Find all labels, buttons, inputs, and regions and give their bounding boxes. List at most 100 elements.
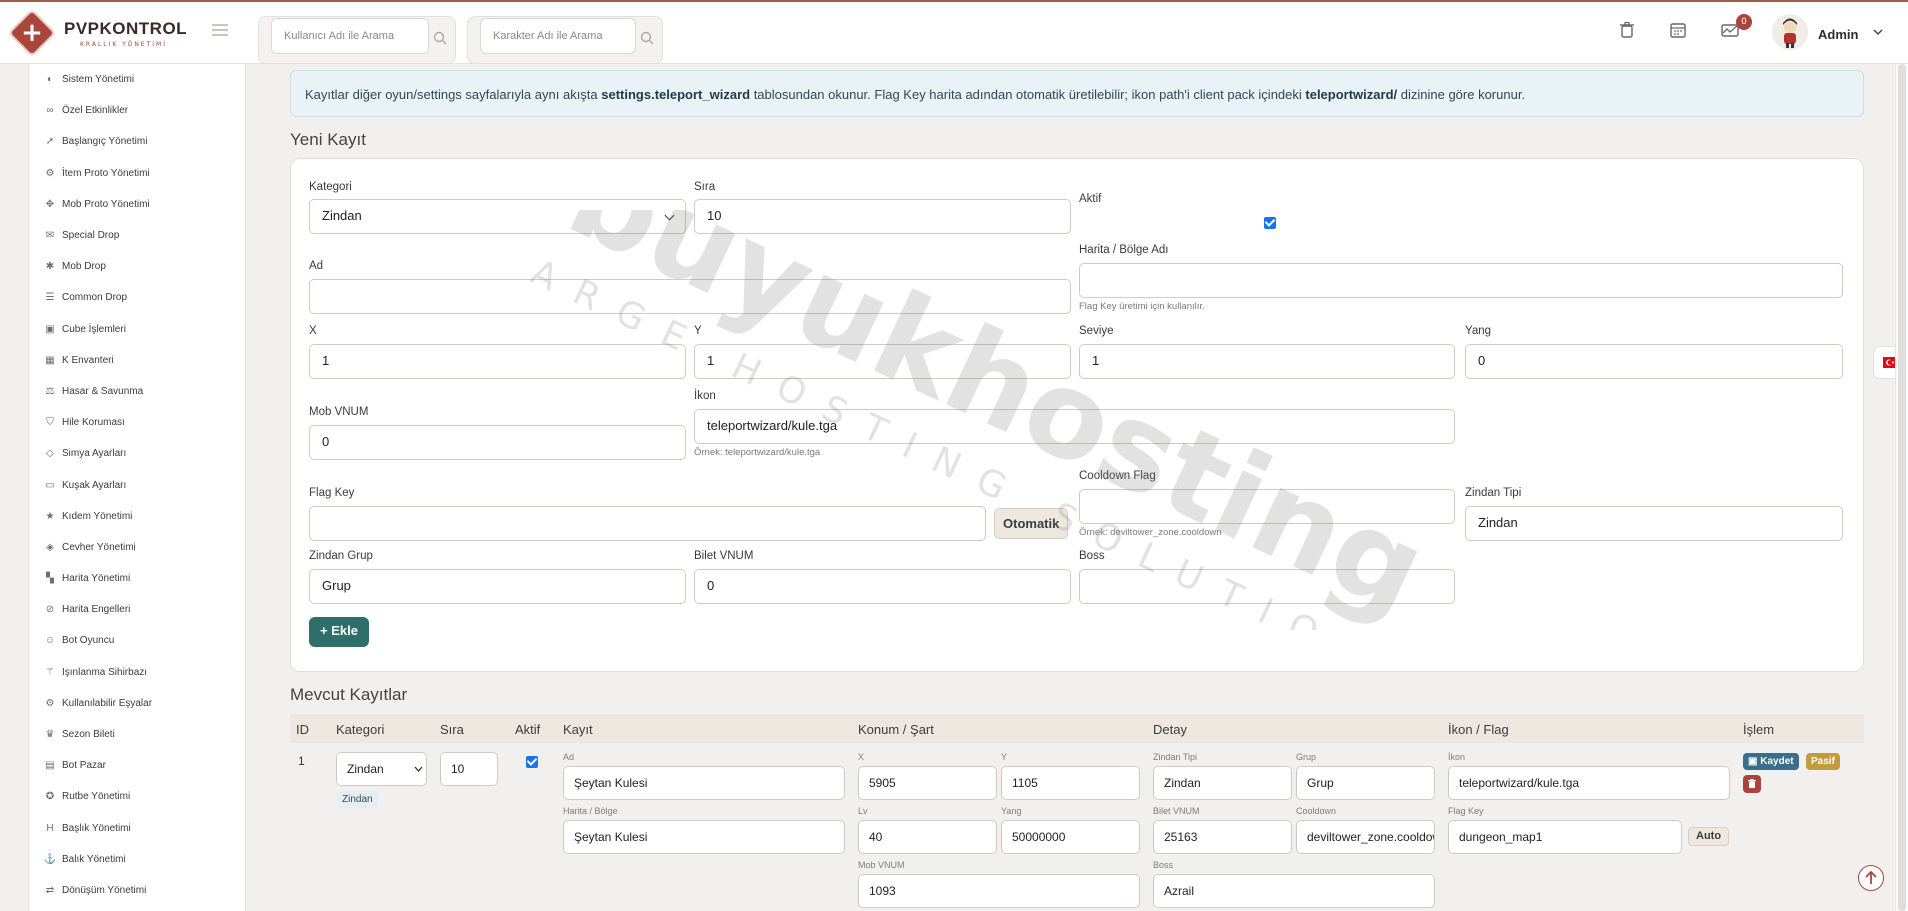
sidebar-item[interactable]: ⚓ Balık Yönetimi <box>29 844 245 875</box>
sidebar-item[interactable]: ⚖ Hasar & Savunma <box>29 376 245 407</box>
zindan-tipi-input[interactable]: Zindan <box>1465 506 1843 541</box>
scrollbar-thumb[interactable] <box>1898 64 1906 911</box>
sidebar-item[interactable]: ☰ Common Drop <box>29 282 245 313</box>
menu-toggle-icon[interactable] <box>212 24 228 39</box>
sidebar-item[interactable]: ◈ Cevher Yönetimi <box>29 532 245 563</box>
row-sira-input[interactable]: 10 <box>440 752 498 786</box>
sidebar-item[interactable]: ★ Kıdem Yönetimi <box>29 501 245 532</box>
add-button[interactable]: + Ekle <box>309 617 369 647</box>
sidebar-item[interactable]: ⚚ Işınlanma Sihirbazı <box>29 657 245 688</box>
row-yang-input[interactable]: 50000000 <box>1001 820 1140 854</box>
ikon-input[interactable]: teleportwizard/kule.tga <box>694 409 1455 444</box>
kategori-select[interactable]: Zindan <box>309 199 686 234</box>
sira-input[interactable]: 10 <box>694 199 1071 234</box>
row-grup-input[interactable]: Grup <box>1296 766 1435 800</box>
row-ad-input[interactable]: Şeytan Kulesi <box>563 766 845 800</box>
row-ikon-label: İkon <box>1448 752 1466 762</box>
row-mob-input[interactable]: 1093 <box>858 874 1140 908</box>
sidebar-item-label: Special Drop <box>62 230 120 242</box>
row-save-button[interactable]: ▣ Kaydet <box>1743 753 1799 770</box>
row-lv-input[interactable]: 40 <box>858 820 997 854</box>
sidebar-item[interactable]: ⊘ Harita Engelleri <box>29 594 245 625</box>
avatar[interactable] <box>1772 14 1808 50</box>
row-boss-input[interactable]: Azrail <box>1153 874 1435 908</box>
yang-input[interactable]: 0 <box>1465 344 1843 379</box>
row-ikon-input[interactable]: teleportwizard/kule.tga <box>1448 766 1730 800</box>
cube-icon: ▣ <box>45 323 55 335</box>
sidebar-item[interactable]: ◐ Sistem Yönetimi <box>29 64 245 95</box>
sidebar-item[interactable]: ✉ Special Drop <box>29 220 245 251</box>
row-pasif-button[interactable]: Pasif <box>1806 753 1840 770</box>
sidebar-item[interactable]: H Başlık Yönetimi <box>29 813 245 844</box>
sidebar-item[interactable]: ➚ Başlangıç Yönetimi <box>29 126 245 157</box>
boss-input[interactable] <box>1079 569 1455 604</box>
row-delete-button[interactable] <box>1743 775 1761 793</box>
grid-icon: ▦ <box>45 354 55 366</box>
info-alert: Kayıtlar diğer oyun/settings sayfalarıyl… <box>290 70 1864 117</box>
row-x-input[interactable]: 5905 <box>858 766 997 800</box>
sidebar-item[interactable]: ✪ Rutbe Yönetimi <box>29 781 245 812</box>
row-bilet-input[interactable]: 25163 <box>1153 820 1292 854</box>
bilet-input[interactable]: 0 <box>694 569 1071 604</box>
x-input[interactable]: 1 <box>309 344 686 379</box>
admin-name[interactable]: Admin <box>1818 27 1858 42</box>
calendar-icon[interactable] <box>1668 20 1688 40</box>
brand-logo[interactable]: + PVPKONTROL KRALLIK YÖNETİMİ <box>0 2 245 64</box>
character-search-input[interactable]: Karakter Adı ile Arama <box>480 18 636 54</box>
flag-input[interactable] <box>309 506 986 541</box>
sidebar-item[interactable]: ⇄ Dönüşüm Yönetimi <box>29 875 245 906</box>
plus-icon: + <box>320 623 332 638</box>
chevron-down-icon[interactable] <box>1872 26 1884 38</box>
sidebar-item[interactable]: ▚ Harita Yönetimi <box>29 563 245 594</box>
row-flag-input[interactable]: dungeon_map1 <box>1448 820 1682 854</box>
sidebar-item[interactable]: ▤ Bot Pazar <box>29 750 245 781</box>
trash-icon[interactable] <box>1617 20 1637 40</box>
row-tip-input[interactable]: Zindan <box>1153 766 1292 800</box>
sidebar-item[interactable]: ◇ Simya Ayarları <box>29 438 245 469</box>
sidebar-item[interactable]: ▣ Cube İşlemleri <box>29 314 245 345</box>
row-harita-input[interactable]: Şeytan Kulesi <box>563 820 845 854</box>
sidebar-item[interactable]: ⚙ Kullanılabilir Eşyalar <box>29 688 245 719</box>
search-icon[interactable] <box>433 31 447 45</box>
sidebar-item[interactable]: ♛ Sezon Bileti <box>29 719 245 750</box>
th-kayit: Kayıt <box>563 722 593 737</box>
harita-input[interactable] <box>1079 263 1843 298</box>
sidebar-item[interactable]: ☺ Bot Oyuncu <box>29 625 245 656</box>
zindan-grup-input[interactable]: Grup <box>309 569 686 604</box>
bilet-label: Bilet VNUM <box>694 550 754 562</box>
seviye-input[interactable]: 1 <box>1079 344 1455 379</box>
main-content: Kayıtlar diğer oyun/settings sayfalarıyl… <box>290 64 1864 911</box>
search-icon[interactable] <box>640 31 654 45</box>
aktif-checkbox[interactable] <box>1264 217 1276 229</box>
heading-icon: H <box>46 822 54 834</box>
wand-icon: ⚚ <box>45 666 55 678</box>
table-header: ID Kategori Sıra Aktif Kayıt Konum / Şar… <box>290 714 1864 743</box>
sidebar-item[interactable]: ▦ K Envanteri <box>29 345 245 376</box>
y-label: Y <box>694 325 702 337</box>
otomatik-button[interactable]: Otomatik <box>994 508 1069 539</box>
sidebar-item[interactable]: ✥ Mob Proto Yönetimi <box>29 189 245 220</box>
scroll-to-top-button[interactable] <box>1858 865 1884 891</box>
gift-icon: ✉ <box>45 230 55 242</box>
sidebar-item[interactable]: ⛉ Hile Koruması <box>29 407 245 438</box>
user-search-input[interactable]: Kullanıcı Adı ile Arama <box>271 18 429 54</box>
row-cooldown-input[interactable]: deviltower_zone.cooldown <box>1296 820 1435 854</box>
cooldown-input[interactable] <box>1079 489 1455 524</box>
sidebar-item[interactable]: ▭ Kuşak Ayarları <box>29 469 245 500</box>
ad-input[interactable] <box>309 279 1071 314</box>
sidebar-item[interactable]: ⚙ İtem Proto Yönetimi <box>29 158 245 189</box>
toggle-icon: ◐ <box>46 74 54 86</box>
row-auto-button[interactable]: Auto <box>1688 827 1730 846</box>
y-input[interactable]: 1 <box>694 344 1071 379</box>
row-y-input[interactable]: 1105 <box>1001 766 1140 800</box>
sidebar-item-label: İtem Proto Yönetimi <box>62 167 150 179</box>
scrollbar[interactable] <box>1895 64 1908 911</box>
sidebar-item[interactable]: ✱ Mob Drop <box>29 251 245 282</box>
sidebar-item-label: Cevher Yönetimi <box>62 541 136 553</box>
mob-input[interactable]: 0 <box>309 425 686 460</box>
info-text-2: tablosundan okunur. Flag Key harita adın… <box>750 87 1306 102</box>
bug-icon: ✱ <box>45 261 55 273</box>
aktif-label: Aktif <box>1079 193 1102 205</box>
row-aktif-checkbox[interactable] <box>526 756 538 768</box>
sidebar-item[interactable]: ∞ Özel Etkinlikler <box>29 95 245 126</box>
